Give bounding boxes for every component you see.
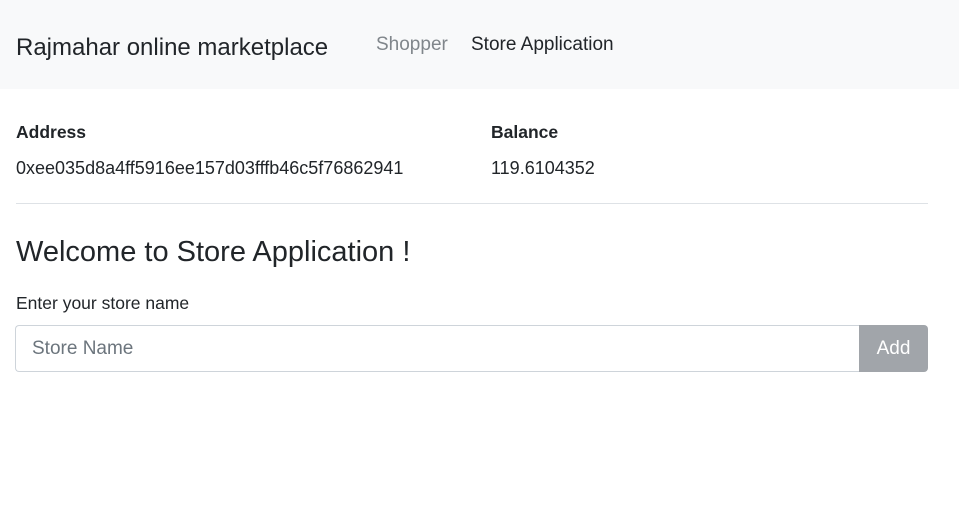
balance-label: Balance [491, 122, 559, 142]
brand-title[interactable]: Rajmahar online marketplace [16, 34, 328, 62]
store-name-input[interactable] [15, 325, 860, 372]
store-name-input-group: Add [15, 325, 928, 372]
nav-link-store-application[interactable]: Store Application [471, 34, 614, 56]
navbar: Rajmahar online marketplace Shopper Stor… [0, 0, 959, 89]
page-title: Welcome to Store Application ! [16, 236, 411, 268]
address-label: Address [16, 122, 87, 142]
add-button[interactable]: Add [859, 325, 928, 372]
store-name-label: Enter your store name [16, 293, 190, 313]
address-value: 0xee035d8a4ff5916ee157d03fffb46c5f768629… [16, 158, 404, 178]
balance-value: 119.6104352 [491, 158, 595, 178]
divider [16, 203, 928, 204]
nav-link-shopper[interactable]: Shopper [376, 34, 448, 56]
